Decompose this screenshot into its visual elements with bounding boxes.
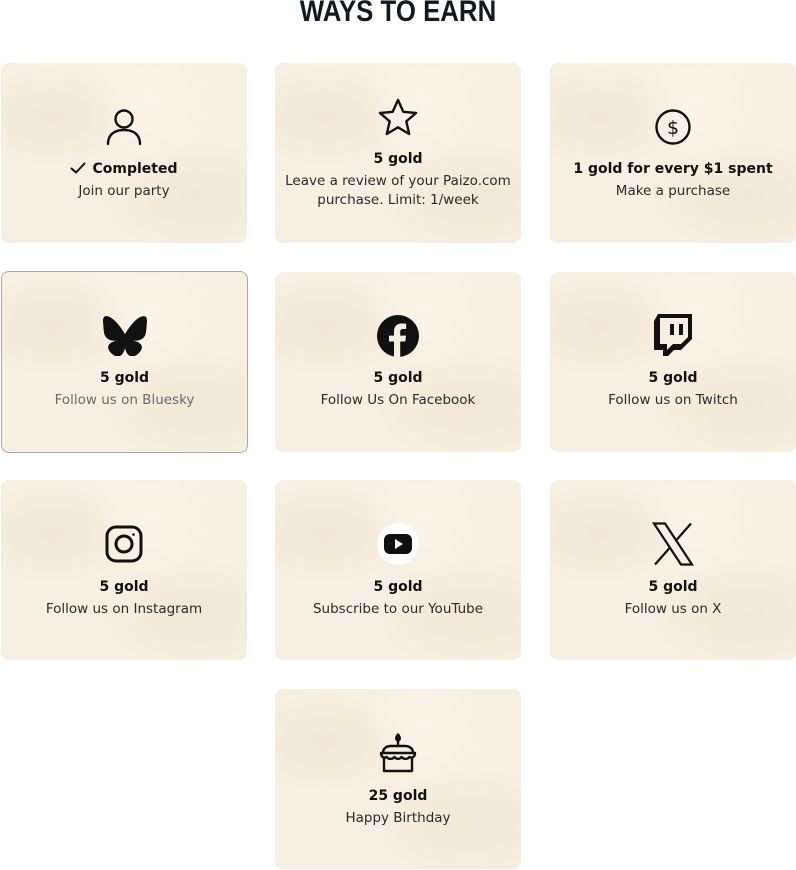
earn-card-bluesky[interactable]: 5 gold Follow us on Bluesky [1, 271, 248, 453]
earn-description: Follow Us On Facebook [320, 392, 476, 408]
earn-card-twitch[interactable]: 5 gold Follow us on Twitch [550, 272, 796, 452]
reward-amount: 5 gold [648, 579, 698, 595]
earn-card-join-party[interactable]: Completed Join our party [1, 63, 247, 243]
earn-description: Follow us on Twitch [608, 392, 738, 408]
earn-description: Join our party [78, 183, 170, 199]
earn-card-x[interactable]: 5 gold Follow us on X [550, 480, 796, 660]
user-icon [1, 106, 247, 146]
reward-status: Completed [1, 161, 247, 178]
reward-text: Completed [92, 161, 178, 177]
earn-card-purchase[interactable]: $ 1 gold for every $1 spent Make a purch… [550, 63, 796, 243]
youtube-icon [275, 523, 521, 565]
earn-card-youtube[interactable]: 5 gold Subscribe to our YouTube [275, 480, 521, 660]
x-icon [550, 522, 796, 566]
earn-card-review[interactable]: 5 gold Leave a review of your Paizo.com … [275, 63, 521, 243]
facebook-icon [275, 314, 521, 358]
reward-amount: 5 gold [99, 579, 149, 595]
svg-text:$: $ [667, 117, 679, 139]
checkmark-icon [70, 162, 86, 178]
dollar-circle-icon: $ [550, 108, 796, 146]
reward-amount: 5 gold [373, 370, 423, 386]
twitch-icon [550, 314, 796, 356]
earn-description: Make a purchase [615, 183, 731, 199]
reward-amount: 5 gold [99, 370, 150, 386]
section-title: WAYS TO EARN [299, 0, 497, 28]
earn-description: Follow us on Instagram [45, 601, 203, 617]
earn-description: Follow us on Bluesky [54, 392, 195, 408]
earn-card-instagram[interactable]: 5 gold Follow us on Instagram [1, 480, 247, 660]
earn-description: Leave a review of your Paizo.com purchas… [285, 173, 511, 208]
reward-amount: 25 gold [368, 788, 428, 804]
earn-description: Subscribe to our YouTube [312, 601, 483, 617]
instagram-icon [1, 525, 247, 563]
earn-description: Follow us on X [624, 601, 722, 617]
reward-amount: 1 gold for every $1 spent [573, 161, 773, 177]
reward-amount: 5 gold [373, 579, 423, 595]
earn-card-facebook[interactable]: 5 gold Follow Us On Facebook [275, 272, 521, 452]
bluesky-icon [2, 316, 247, 356]
earn-description: Happy Birthday [345, 810, 451, 826]
reward-amount: 5 gold [373, 151, 423, 167]
birthday-cake-icon [275, 733, 521, 773]
reward-amount: 5 gold [648, 370, 698, 386]
star-icon [275, 97, 521, 139]
earn-card-birthday[interactable]: 25 gold Happy Birthday [275, 689, 521, 869]
